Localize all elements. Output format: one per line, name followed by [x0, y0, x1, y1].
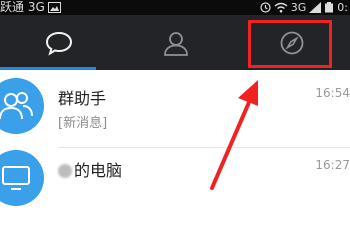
- avatar: [0, 150, 44, 206]
- chat-bubble-icon: [45, 31, 72, 56]
- annotation-highlight-box: [248, 20, 332, 68]
- signal-icon: [309, 2, 322, 13]
- conversation-list: 群助手 [新消息] 16:54 的电脑 16:27: [0, 70, 350, 206]
- status-left: 跃通 3G: [0, 0, 61, 15]
- person-icon: [163, 31, 188, 56]
- tab-contacts[interactable]: [117, 15, 234, 70]
- carrier-label: 跃通 3G: [0, 0, 45, 14]
- wifi-icon: [274, 2, 288, 13]
- status-right: 3G 0:: [260, 0, 348, 15]
- tab-messages[interactable]: [0, 15, 117, 70]
- conversation-title: 的电脑: [58, 157, 122, 181]
- group-people-icon: [0, 92, 33, 120]
- image-notification-icon: [47, 2, 61, 13]
- list-item[interactable]: 的电脑 16:27: [0, 150, 350, 220]
- battery-icon: [325, 2, 334, 13]
- conversation-title-text: 的电脑: [74, 161, 123, 180]
- computer-icon: [2, 166, 30, 190]
- network-type-label: 3G: [290, 1, 307, 14]
- avatar: [0, 78, 44, 134]
- conversation-time: 16:54: [315, 86, 350, 100]
- conversation-title: 群助手: [58, 89, 107, 108]
- alarm-icon: [260, 2, 271, 13]
- conversation-preview: [新消息]: [58, 116, 108, 131]
- conversation-time: 16:27: [315, 158, 350, 172]
- row-divider: [58, 147, 350, 148]
- redacted-blur: [58, 164, 72, 178]
- status-bar: 跃通 3G 3G 0:: [0, 0, 350, 15]
- list-item[interactable]: 群助手 [新消息] 16:54: [0, 78, 350, 148]
- clock-label: 0:: [337, 1, 348, 14]
